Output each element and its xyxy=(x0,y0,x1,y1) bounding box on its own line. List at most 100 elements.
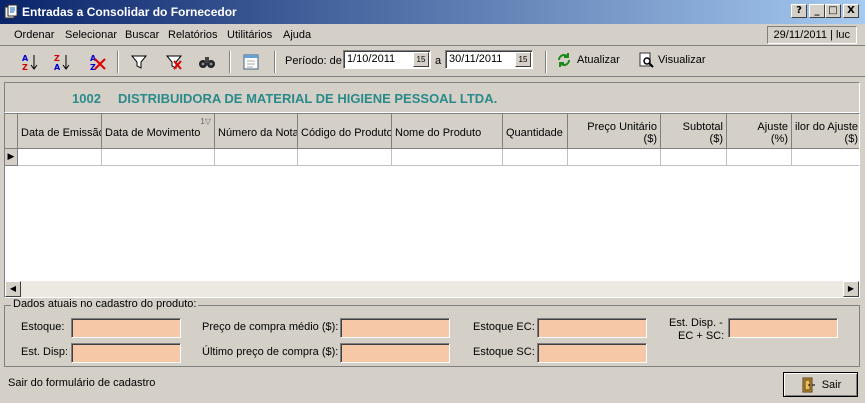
toolbar-separator xyxy=(117,51,119,73)
col-header-data-emissao[interactable]: Data de Emissão xyxy=(18,114,102,149)
toolbar: AZ ZA AZ Período: de 1/10/2011 15 a 30/1… xyxy=(0,47,865,77)
atualizar-button[interactable]: Atualizar xyxy=(556,52,620,68)
estoque-field xyxy=(71,318,181,338)
col-header-numero-nota[interactable]: Número da Nota xyxy=(215,114,298,149)
sair-button[interactable]: Sair xyxy=(783,372,858,397)
toolbar-separator xyxy=(545,51,547,73)
app-icon xyxy=(4,4,18,19)
date-user-indicator: 29/11/2011 | luc xyxy=(766,26,857,44)
visualizar-label: Visualizar xyxy=(658,54,706,66)
menu-bar: Ordenar Selecionar Buscar Relatórios Uti… xyxy=(0,24,865,46)
table-cell[interactable] xyxy=(727,149,792,166)
scroll-right-icon[interactable]: ▶ xyxy=(843,281,859,297)
table-cell[interactable] xyxy=(102,149,215,166)
row-indicator-icon: ▶ xyxy=(5,149,18,166)
periodo-to-value: 30/11/2011 xyxy=(449,53,503,65)
toolbar-separator xyxy=(229,51,231,73)
menu-relatorios[interactable]: Relatórios xyxy=(168,29,218,41)
table-cell[interactable] xyxy=(215,149,298,166)
sort-indicator-icon: 1▽ xyxy=(200,117,211,126)
preco-medio-field xyxy=(340,318,450,338)
table-cell[interactable] xyxy=(392,149,503,166)
col-header-subtotal[interactable]: Subtotal ($) xyxy=(661,114,727,149)
est-disp-ec-sc-label-1: Est. Disp. - xyxy=(669,317,723,329)
calendar-icon[interactable]: 15 xyxy=(413,52,429,67)
title-bar: Entradas a Consolidar do Fornecedor ? _ … xyxy=(0,0,865,24)
svg-text:Z: Z xyxy=(90,63,96,71)
product-data-group: Dados atuais no cadastro do produto: Est… xyxy=(4,298,860,367)
clear-sort-icon[interactable]: AZ xyxy=(86,51,110,73)
row-header-corner xyxy=(5,114,18,149)
svg-text:A: A xyxy=(54,63,61,71)
col-header-valor-ajuste[interactable]: ilor do Ajuste ($) xyxy=(792,114,859,149)
periodo-to-input[interactable]: 30/11/2011 15 xyxy=(445,50,533,69)
ultimo-preco-label: Último preço de compra ($): xyxy=(202,346,339,358)
svg-text:A: A xyxy=(90,54,97,63)
window-title: Entradas a Consolidar do Fornecedor xyxy=(22,5,237,19)
table-cell[interactable] xyxy=(661,149,727,166)
col-header-preco-unitario[interactable]: Preço Unitário ($) xyxy=(568,114,661,149)
status-text: Sair do formulário de cadastro xyxy=(8,377,156,389)
svg-text:Z: Z xyxy=(54,54,60,63)
help-button[interactable]: ? xyxy=(791,4,807,18)
binoculars-icon[interactable] xyxy=(195,51,219,73)
est-disp-field xyxy=(71,343,181,363)
status-bar: Sair do formulário de cadastro Sair xyxy=(0,370,865,403)
col-header-data-movimento-label: Data de Movimento xyxy=(105,127,201,139)
exit-door-icon xyxy=(802,377,815,392)
table-cell[interactable] xyxy=(503,149,568,166)
horizontal-scrollbar[interactable]: ◀ ▶ xyxy=(5,281,859,297)
periodo-label: Período: de xyxy=(285,55,342,67)
table-cell[interactable] xyxy=(568,149,661,166)
calendar-icon[interactable]: 15 xyxy=(515,52,531,67)
entries-grid[interactable]: Data de Emissão Data de Movimento 1▽ Núm… xyxy=(4,113,860,298)
atualizar-label: Atualizar xyxy=(577,54,620,66)
menu-buscar[interactable]: Buscar xyxy=(125,29,159,41)
menu-ajuda[interactable]: Ajuda xyxy=(283,29,311,41)
col-header-nome-produto[interactable]: Nome do Produto xyxy=(392,114,503,149)
periodo-from-value: 1/10/2011 xyxy=(347,53,396,65)
periodo-from-input[interactable]: 1/10/2011 15 xyxy=(343,50,431,69)
ultimo-preco-field xyxy=(340,343,450,363)
table-cell[interactable] xyxy=(792,149,859,166)
table-cell[interactable] xyxy=(298,149,392,166)
svg-text:Z: Z xyxy=(22,63,28,71)
supplier-code: 1002 xyxy=(72,91,101,106)
sort-ascending-icon[interactable]: AZ xyxy=(18,51,42,73)
close-button[interactable]: X xyxy=(843,4,859,18)
form-icon[interactable] xyxy=(239,51,263,73)
menu-ordenar[interactable]: Ordenar xyxy=(14,29,54,41)
svg-text:A: A xyxy=(22,54,29,63)
col-header-data-movimento[interactable]: Data de Movimento 1▽ xyxy=(102,114,215,149)
refresh-icon xyxy=(558,53,570,67)
estoque-ec-label: Estoque EC: xyxy=(473,321,535,333)
minimize-button[interactable]: _ xyxy=(809,4,825,18)
col-header-quantidade[interactable]: Quantidade xyxy=(503,114,568,149)
preco-medio-label: Preço de compra médio ($): xyxy=(202,321,339,333)
preview-icon xyxy=(639,52,654,68)
maximize-button[interactable]: □ xyxy=(825,4,841,18)
est-disp-ec-sc-label-2: EC + SC: xyxy=(678,330,725,342)
table-cell[interactable] xyxy=(18,149,102,166)
filter-icon[interactable] xyxy=(127,51,151,73)
scroll-left-icon[interactable]: ◀ xyxy=(5,281,21,297)
toolbar-separator xyxy=(274,51,276,73)
sort-descending-icon[interactable]: ZA xyxy=(50,51,74,73)
clear-filter-icon[interactable] xyxy=(162,51,186,73)
estoque-label: Estoque: xyxy=(21,321,65,333)
menu-utilitarios[interactable]: Utilitários xyxy=(227,29,272,41)
sair-label: Sair xyxy=(821,378,842,391)
est-disp-label: Est. Disp: xyxy=(21,346,69,358)
est-disp-ec-sc-field xyxy=(728,318,838,338)
periodo-separator: a xyxy=(435,55,442,67)
col-header-codigo-produto[interactable]: Código do Produto xyxy=(298,114,392,149)
estoque-sc-field xyxy=(537,343,647,363)
menu-selecionar[interactable]: Selecionar xyxy=(65,29,117,41)
estoque-sc-label: Estoque SC: xyxy=(473,346,535,358)
supplier-name: DISTRIBUIDORA DE MATERIAL DE HIGIENE PES… xyxy=(118,91,498,106)
col-header-ajuste-percent[interactable]: Ajuste (%) xyxy=(727,114,792,149)
product-group-label: Dados atuais no cadastro do produto: xyxy=(11,298,199,310)
estoque-ec-field xyxy=(537,318,647,338)
supplier-banner: 1002 DISTRIBUIDORA DE MATERIAL DE HIGIEN… xyxy=(4,82,860,113)
visualizar-button[interactable]: Visualizar xyxy=(638,52,706,68)
